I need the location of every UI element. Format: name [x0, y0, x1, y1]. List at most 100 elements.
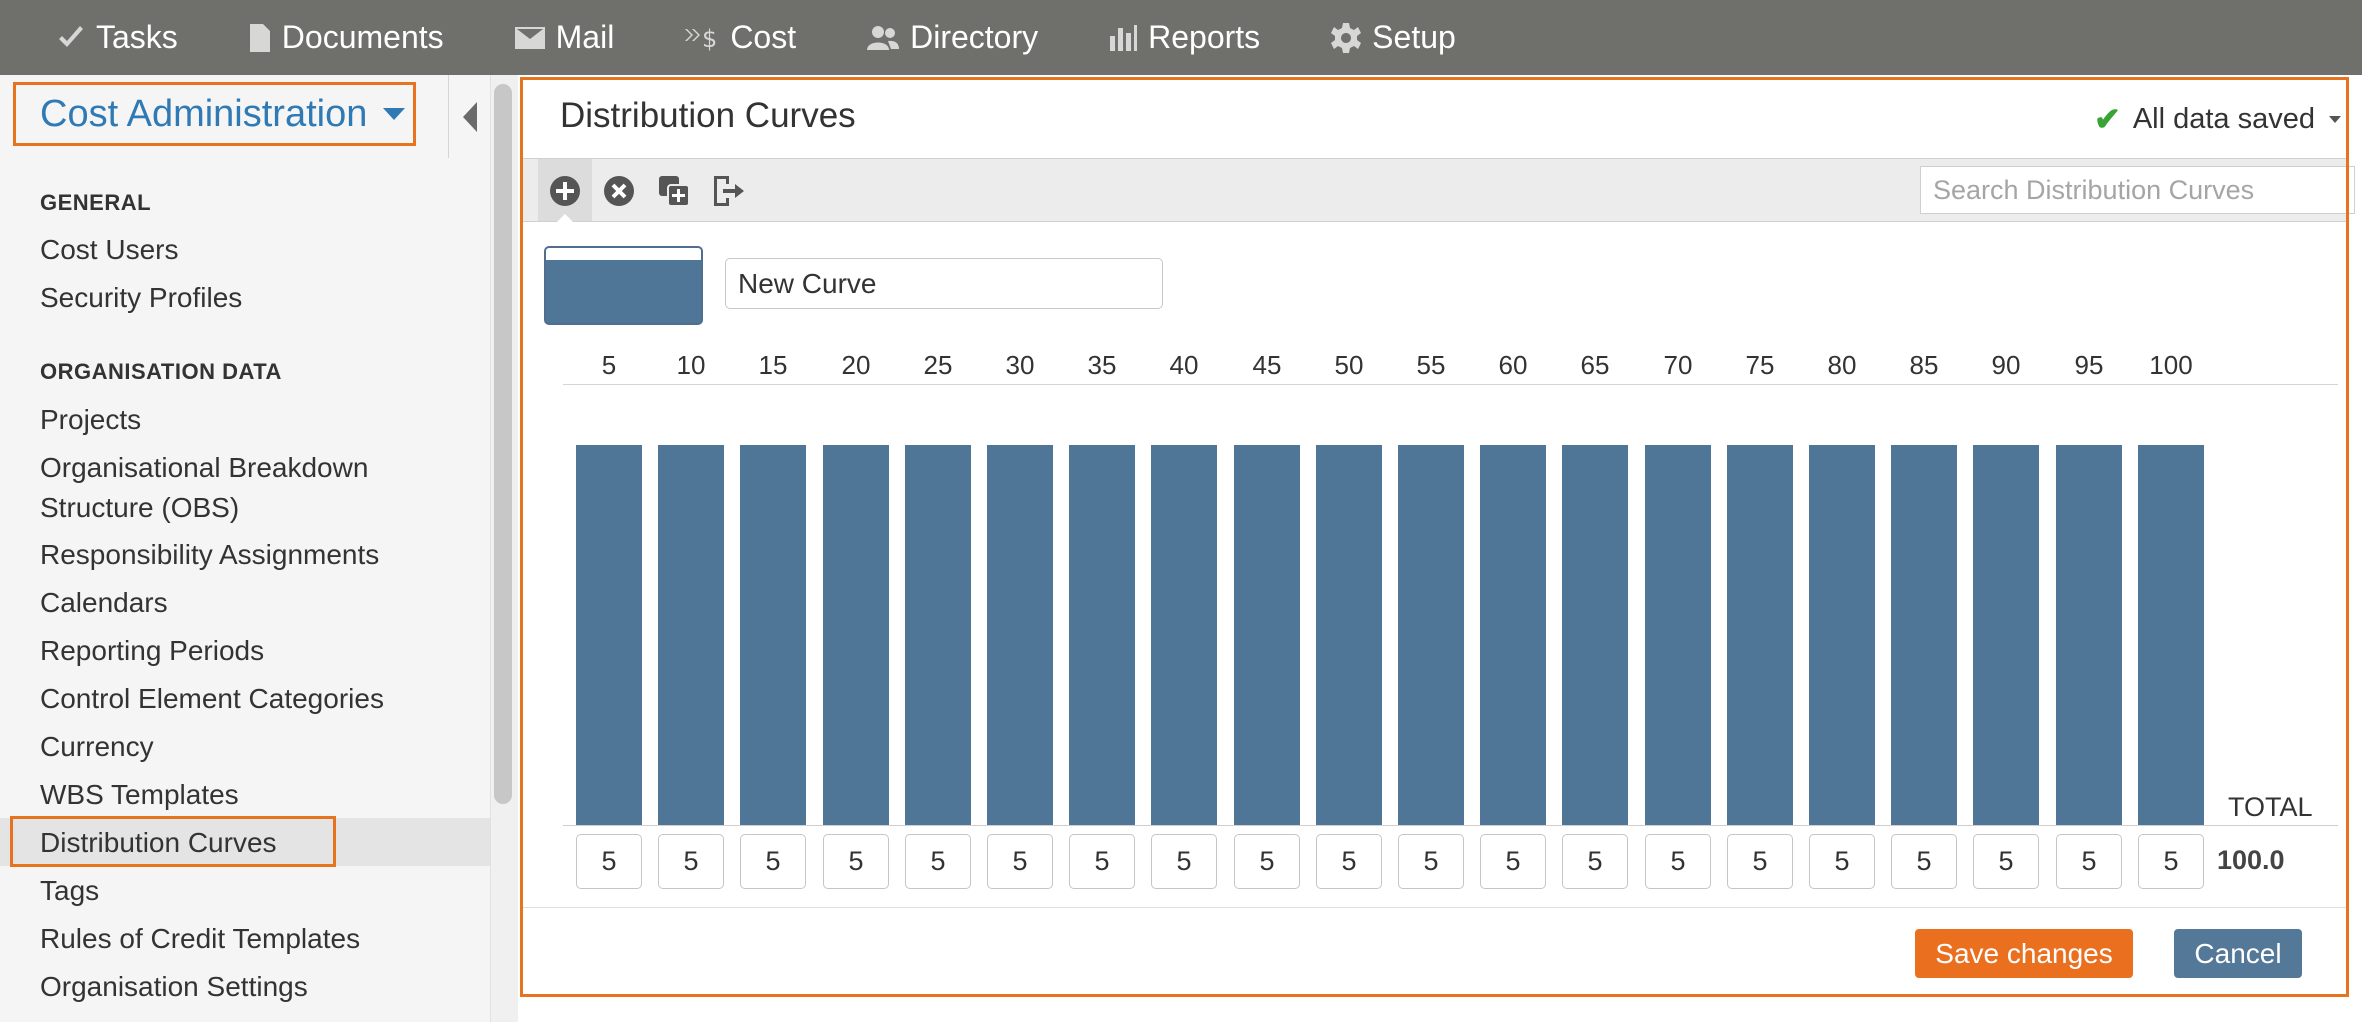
percent-label: 95 — [2074, 350, 2104, 380]
distribution-bar[interactable] — [658, 445, 724, 825]
distribution-bar[interactable] — [905, 445, 971, 825]
distribution-bar[interactable] — [1809, 445, 1875, 825]
bar-value-input[interactable] — [1562, 834, 1628, 889]
sidebar-item-control-element-categories[interactable]: Control Element Categories — [40, 679, 384, 719]
distribution-bar[interactable] — [1398, 445, 1464, 825]
envelope-icon — [514, 26, 546, 50]
bar-value-input[interactable] — [1480, 834, 1546, 889]
search-distribution-curves-input[interactable] — [1920, 166, 2355, 214]
duplicate-curve-button[interactable] — [654, 171, 694, 211]
bar-value-input[interactable] — [576, 834, 642, 889]
total-label: TOTAL — [2228, 792, 2313, 822]
caret-down-icon — [2328, 115, 2341, 123]
bar-value-input[interactable] — [1316, 834, 1382, 889]
percent-label: 35 — [1087, 350, 1117, 380]
save-changes-button[interactable]: Save changes — [1915, 929, 2133, 978]
cancel-button[interactable]: Cancel — [2174, 929, 2302, 978]
distribution-bar[interactable] — [1151, 445, 1217, 825]
curve-color-picker[interactable] — [544, 246, 703, 325]
curve-name-input[interactable] — [725, 258, 1163, 309]
percent-label: 5 — [601, 350, 617, 380]
distribution-bar[interactable] — [1973, 445, 2039, 825]
distribution-bar[interactable] — [1316, 445, 1382, 825]
distribution-bar[interactable] — [1727, 445, 1793, 825]
nav-setup-label: Setup — [1372, 19, 1456, 55]
bar-value-input[interactable] — [987, 834, 1053, 889]
distribution-bar[interactable] — [576, 445, 642, 825]
total-value: 100.0 — [2217, 845, 2285, 875]
percent-label: 100 — [2149, 350, 2193, 380]
bar-value-input[interactable] — [1891, 834, 1957, 889]
distribution-bar[interactable] — [740, 445, 806, 825]
saved-check-icon: ✔ — [2094, 101, 2121, 137]
nav-cost[interactable]: $ Cost — [684, 0, 796, 75]
percent-label: 55 — [1416, 350, 1446, 380]
bar-value-input[interactable] — [1151, 834, 1217, 889]
distribution-bar[interactable] — [1069, 445, 1135, 825]
sidebar-item-rules-of-credit-templates[interactable]: Rules of Credit Templates — [40, 919, 360, 959]
add-curve-button[interactable] — [545, 171, 585, 211]
distribution-bar[interactable] — [2138, 445, 2204, 825]
module-selector[interactable]: Cost Administration — [13, 82, 416, 146]
bar-value-input[interactable] — [2138, 834, 2204, 889]
bar-value-input[interactable] — [1973, 834, 2039, 889]
nav-mail[interactable]: Mail — [514, 0, 614, 75]
sidebar-item-organisation-settings[interactable]: Organisation Settings — [40, 967, 308, 1007]
sidebar-item-security-profiles[interactable]: Security Profiles — [40, 278, 242, 318]
swatch-band — [546, 248, 701, 260]
bar-value-input[interactable] — [658, 834, 724, 889]
bar-value-input[interactable] — [823, 834, 889, 889]
bar-value-input[interactable] — [1645, 834, 1711, 889]
nav-tasks[interactable]: Tasks — [56, 0, 178, 75]
sidebar-scrollbar-thumb[interactable] — [494, 84, 512, 804]
active-pointer — [557, 214, 573, 222]
distribution-bar[interactable] — [1234, 445, 1300, 825]
bar-value-input[interactable] — [1234, 834, 1300, 889]
sidebar-item-reporting-periods[interactable]: Reporting Periods — [40, 631, 264, 671]
delete-curve-button[interactable] — [599, 171, 639, 211]
bar-value-input[interactable] — [905, 834, 971, 889]
bar-value-input[interactable] — [1727, 834, 1793, 889]
distribution-bar[interactable] — [1645, 445, 1711, 825]
nav-reports[interactable]: Reports — [1108, 0, 1260, 75]
nav-setup[interactable]: Setup — [1330, 0, 1456, 75]
export-curve-button[interactable] — [708, 171, 748, 211]
sidebar-item-calendars[interactable]: Calendars — [40, 583, 168, 623]
sidebar-item-obs[interactable]: Organisational Breakdown Structure (OBS) — [40, 448, 440, 528]
collapse-sidebar-button[interactable] — [448, 75, 490, 158]
nav-cost-label: Cost — [730, 19, 797, 55]
distribution-bar[interactable] — [1562, 445, 1628, 825]
save-status-dropdown[interactable]: ✔ All data saved — [2094, 100, 2341, 138]
nav-directory[interactable]: Directory — [866, 0, 1038, 75]
distribution-bar[interactable] — [987, 445, 1053, 825]
distribution-bar[interactable] — [2056, 445, 2122, 825]
section-heading-organisation-data: ORGANISATION DATA — [40, 359, 282, 384]
page-title: Distribution Curves — [560, 96, 856, 135]
nav-tasks-label: Tasks — [96, 19, 178, 55]
sidebar-item-distribution-curves[interactable]: Distribution Curves — [40, 823, 277, 863]
chevron-left-icon — [462, 101, 477, 132]
sidebar-item-cost-users[interactable]: Cost Users — [40, 230, 178, 270]
percent-label: 85 — [1909, 350, 1939, 380]
sidebar-item-projects[interactable]: Projects — [40, 400, 141, 440]
bar-value-input[interactable] — [1069, 834, 1135, 889]
bars-baseline — [563, 825, 2338, 826]
module-title-label: Cost Administration — [40, 92, 368, 135]
nav-directory-label: Directory — [910, 19, 1039, 55]
distribution-bar[interactable] — [1891, 445, 1957, 825]
delete-icon — [604, 176, 634, 206]
sidebar-item-tags[interactable]: Tags — [40, 871, 99, 911]
people-icon — [866, 25, 900, 51]
bar-value-input[interactable] — [2056, 834, 2122, 889]
bar-value-input[interactable] — [1398, 834, 1464, 889]
sidebar-item-responsibility-assignments[interactable]: Responsibility Assignments — [40, 535, 379, 575]
sidebar-item-currency[interactable]: Currency — [40, 727, 154, 767]
percent-label: 40 — [1169, 350, 1199, 380]
percent-label: 65 — [1580, 350, 1610, 380]
distribution-bar[interactable] — [1480, 445, 1546, 825]
bar-value-input[interactable] — [1809, 834, 1875, 889]
distribution-bar[interactable] — [823, 445, 889, 825]
nav-documents[interactable]: Documents — [248, 0, 444, 75]
bar-value-input[interactable] — [740, 834, 806, 889]
sidebar-item-wbs-templates[interactable]: WBS Templates — [40, 775, 239, 815]
